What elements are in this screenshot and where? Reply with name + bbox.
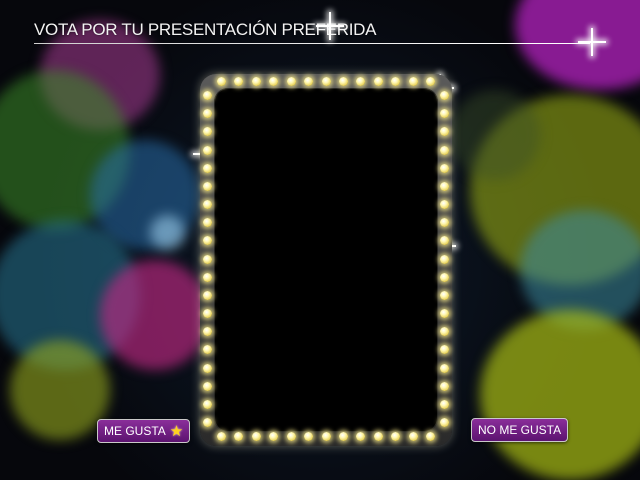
star-icon: ★	[169, 422, 184, 440]
marquee-bulb	[217, 432, 226, 441]
marquee-bulb	[217, 77, 226, 86]
bokeh-light	[480, 310, 640, 480]
marquee-bulb	[440, 290, 449, 300]
dislike-button[interactable]: NO ME GUSTA	[471, 418, 569, 442]
marquee-bulb	[203, 418, 212, 427]
marquee-bulb	[251, 77, 261, 86]
marquee-bulb	[203, 91, 212, 100]
marquee-bulb	[203, 399, 212, 409]
marquee-bulb	[440, 91, 449, 100]
marquee-bulb	[203, 309, 212, 318]
marquee-bulb	[251, 432, 261, 441]
marquee-bulb	[440, 200, 449, 209]
like-button[interactable]: ME GUSTA ★	[97, 419, 191, 443]
dislike-button-label: NO ME GUSTA	[478, 423, 562, 437]
marquee-bulb	[321, 77, 331, 86]
marquee-bulb	[426, 77, 435, 86]
bokeh-light	[150, 215, 185, 250]
marquee-bulb	[440, 272, 449, 282]
marquee-bulb	[440, 145, 449, 155]
marquee-bulb	[203, 290, 212, 300]
sparkle-icon	[578, 28, 606, 56]
marquee-bulb	[440, 181, 449, 191]
marquee-bulb	[408, 432, 418, 441]
marquee-bulb	[304, 432, 314, 441]
marquee-bulb	[440, 254, 449, 264]
marquee-bulb	[203, 363, 212, 373]
presentation-screen[interactable]	[214, 88, 438, 432]
marquee-bulb	[408, 77, 418, 86]
marquee-bulb	[426, 432, 435, 441]
header: VOTA POR TU PRESENTACIÓN PREFERIDA	[34, 20, 590, 46]
marquee-bulb	[304, 77, 314, 86]
like-button-label: ME GUSTA	[104, 424, 166, 438]
bokeh-light	[100, 260, 210, 370]
marquee-bulb	[440, 163, 449, 173]
marquee-bulb	[440, 399, 449, 409]
marquee-bulb	[286, 77, 296, 86]
marquee-bulb	[440, 381, 449, 391]
marquee-bulb	[373, 77, 383, 86]
marquee-bulb	[373, 432, 383, 441]
marquee-bulb	[286, 432, 296, 441]
title-underline	[34, 43, 590, 44]
marquee-bulb	[321, 432, 331, 441]
marquee-bulb	[203, 145, 212, 155]
bokeh-light	[450, 90, 540, 180]
marquee-bulb	[203, 254, 212, 264]
bokeh-light	[10, 340, 110, 440]
marquee-bulb	[203, 381, 212, 391]
marquee-bulb	[203, 163, 212, 173]
marquee-bulb	[203, 200, 212, 209]
marquee-bulb	[440, 309, 449, 318]
marquee-bulb	[440, 418, 449, 427]
marquee-bulb	[203, 272, 212, 282]
marquee-bulb	[338, 432, 348, 441]
marquee-bulb	[440, 363, 449, 373]
sparkle-icon	[316, 12, 344, 40]
marquee-bulb	[203, 181, 212, 191]
marquee-bulb	[338, 77, 348, 86]
